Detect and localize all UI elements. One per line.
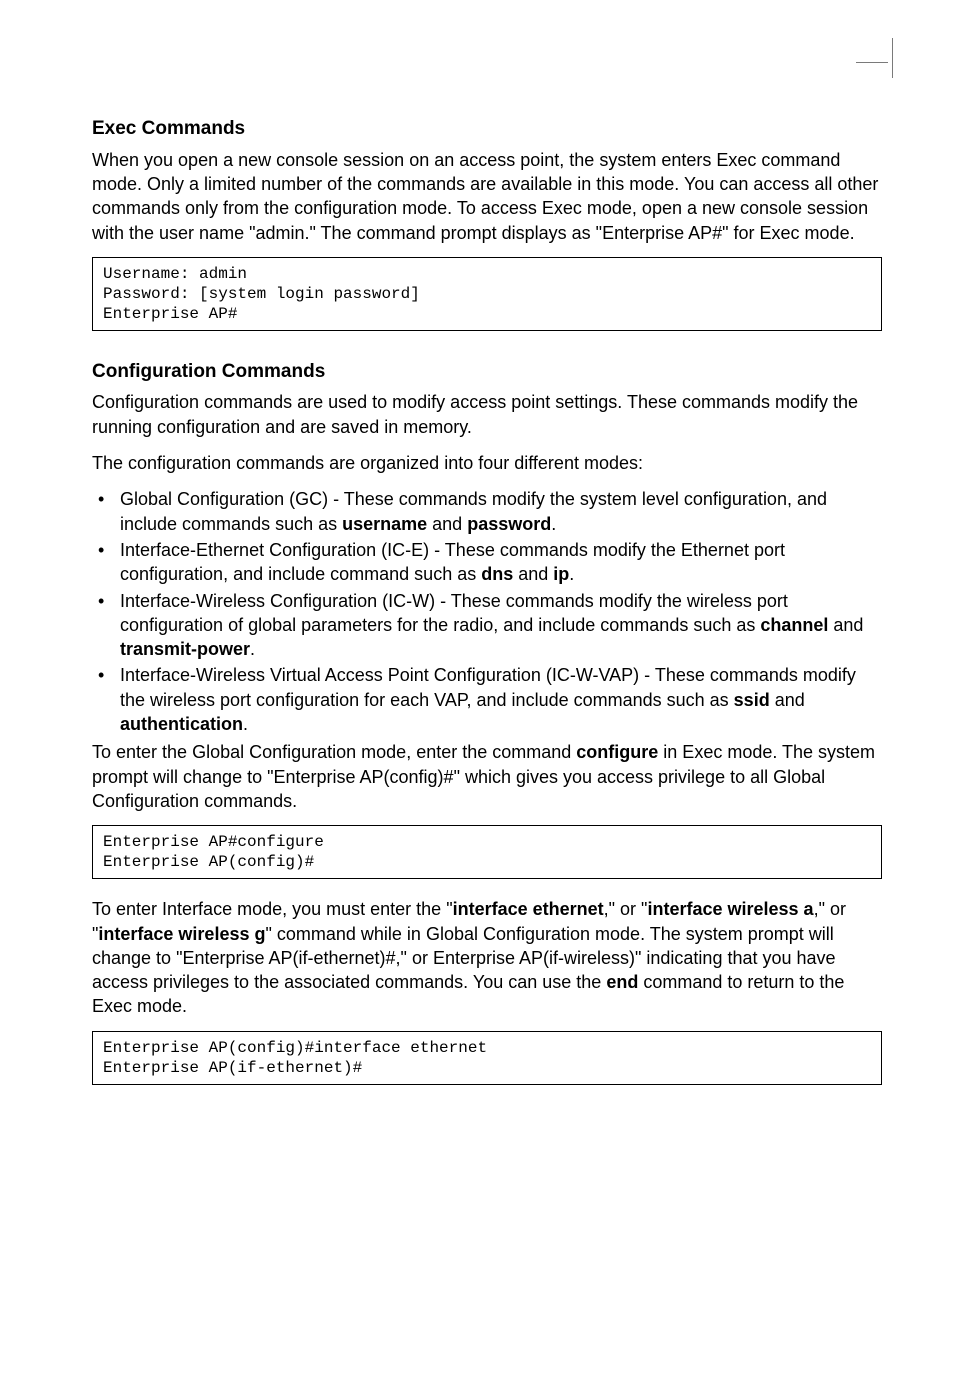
cmd-username: username: [342, 514, 427, 534]
enter-global-config-paragraph: To enter the Global Configuration mode, …: [92, 740, 882, 813]
config-modes-lead: The configuration commands are organized…: [92, 451, 882, 475]
code-interface-ethernet: Enterprise AP(config)#interface ethernet…: [92, 1031, 882, 1085]
para-text: To enter the Global Configuration mode, …: [92, 742, 576, 762]
cmd-transmit-power: transmit-power: [120, 639, 250, 659]
list-item: Interface-Wireless Configuration (IC-W) …: [92, 589, 882, 662]
cmd-ip: ip: [553, 564, 569, 584]
cmd-end: end: [606, 972, 638, 992]
list-item: Interface-Ethernet Configuration (IC-E) …: [92, 538, 882, 587]
list-item: Global Configuration (GC) - These comman…: [92, 487, 882, 536]
list-item: Interface-Wireless Virtual Access Point …: [92, 663, 882, 736]
enter-interface-mode-paragraph: To enter Interface mode, you must enter …: [92, 897, 882, 1018]
cmd-configure: configure: [576, 742, 658, 762]
cmd-password: password: [467, 514, 551, 534]
exec-intro-paragraph: When you open a new console session on a…: [92, 148, 882, 245]
cmd-channel: channel: [760, 615, 828, 635]
bullet-text: and: [427, 514, 467, 534]
para-text: ," or ": [604, 899, 648, 919]
heading-exec-commands: Exec Commands: [92, 116, 882, 142]
bullet-text: and: [828, 615, 863, 635]
heading-configuration-commands: Configuration Commands: [92, 359, 882, 385]
bullet-text: .: [250, 639, 255, 659]
config-modes-list: Global Configuration (GC) - These comman…: [92, 487, 882, 736]
cmd-ssid: ssid: [734, 690, 770, 710]
cmd-interface-wireless-a: interface wireless a: [647, 899, 813, 919]
bullet-text: Interface-Ethernet Configuration (IC-E) …: [120, 540, 785, 584]
cmd-interface-ethernet: interface ethernet: [453, 899, 604, 919]
crop-mark: [870, 38, 926, 94]
bullet-text: .: [569, 564, 574, 584]
code-exec-login: Username: admin Password: [system login …: [92, 257, 882, 331]
cmd-interface-wireless-g: interface wireless g: [98, 924, 265, 944]
page-content: Exec Commands When you open a new consol…: [0, 0, 954, 1193]
bullet-text: Interface-Wireless Configuration (IC-W) …: [120, 591, 788, 635]
bullet-text: .: [551, 514, 556, 534]
cmd-dns: dns: [481, 564, 513, 584]
bullet-text: .: [243, 714, 248, 734]
config-intro-paragraph: Configuration commands are used to modif…: [92, 390, 882, 439]
para-text: To enter Interface mode, you must enter …: [92, 899, 453, 919]
bullet-text: and: [513, 564, 553, 584]
code-configure: Enterprise AP#configure Enterprise AP(co…: [92, 825, 882, 879]
cmd-authentication: authentication: [120, 714, 243, 734]
bullet-text: and: [770, 690, 805, 710]
